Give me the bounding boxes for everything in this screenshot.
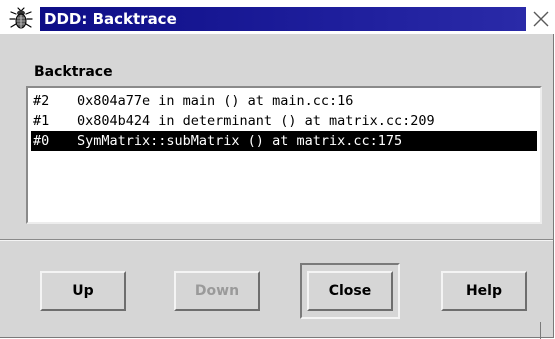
down-button[interactable]: Down — [174, 271, 260, 311]
frame-text: 0x804b424 in determinant () at matrix.cc… — [77, 113, 435, 129]
ddd-bug-icon[interactable] — [8, 7, 34, 31]
window-edge-mark — [540, 322, 541, 339]
button-area-divider-highlight — [0, 240, 553, 241]
frame-number: #0 — [33, 133, 50, 149]
close-button[interactable]: Close — [307, 271, 393, 311]
frame-number: #1 — [33, 113, 50, 129]
backtrace-frame-1[interactable]: #1 0x804b424 in determinant () at matrix.… — [31, 111, 537, 131]
help-button[interactable]: Help — [441, 271, 527, 311]
backtrace-frame-2[interactable]: #2 0x804a77e in main () at main.cc:16 — [31, 91, 537, 111]
backtrace-list[interactable]: #2 0x804a77e in main () at main.cc:16 #1 0… — [26, 86, 542, 224]
frame-text: SymMatrix::subMatrix () at matrix.cc:175 — [77, 133, 403, 149]
frame-text: 0x804a77e in main () at main.cc:16 — [77, 93, 354, 109]
up-button[interactable]: Up — [40, 271, 126, 311]
frame-number: #2 — [33, 93, 50, 109]
title-bar[interactable]: DDD: Backtrace — [0, 0, 555, 33]
backtrace-label: Backtrace — [34, 64, 113, 80]
close-icon[interactable] — [530, 7, 552, 31]
backtrace-dialog: DDD: Backtrace Backtrace #2 0x804a77e in … — [0, 0, 555, 338]
title-separator — [0, 33, 555, 34]
window-title: DDD: Backtrace — [44, 10, 177, 28]
backtrace-frame-0[interactable]: #0 SymMatrix::subMatrix () at matrix.cc:1… — [31, 131, 537, 151]
